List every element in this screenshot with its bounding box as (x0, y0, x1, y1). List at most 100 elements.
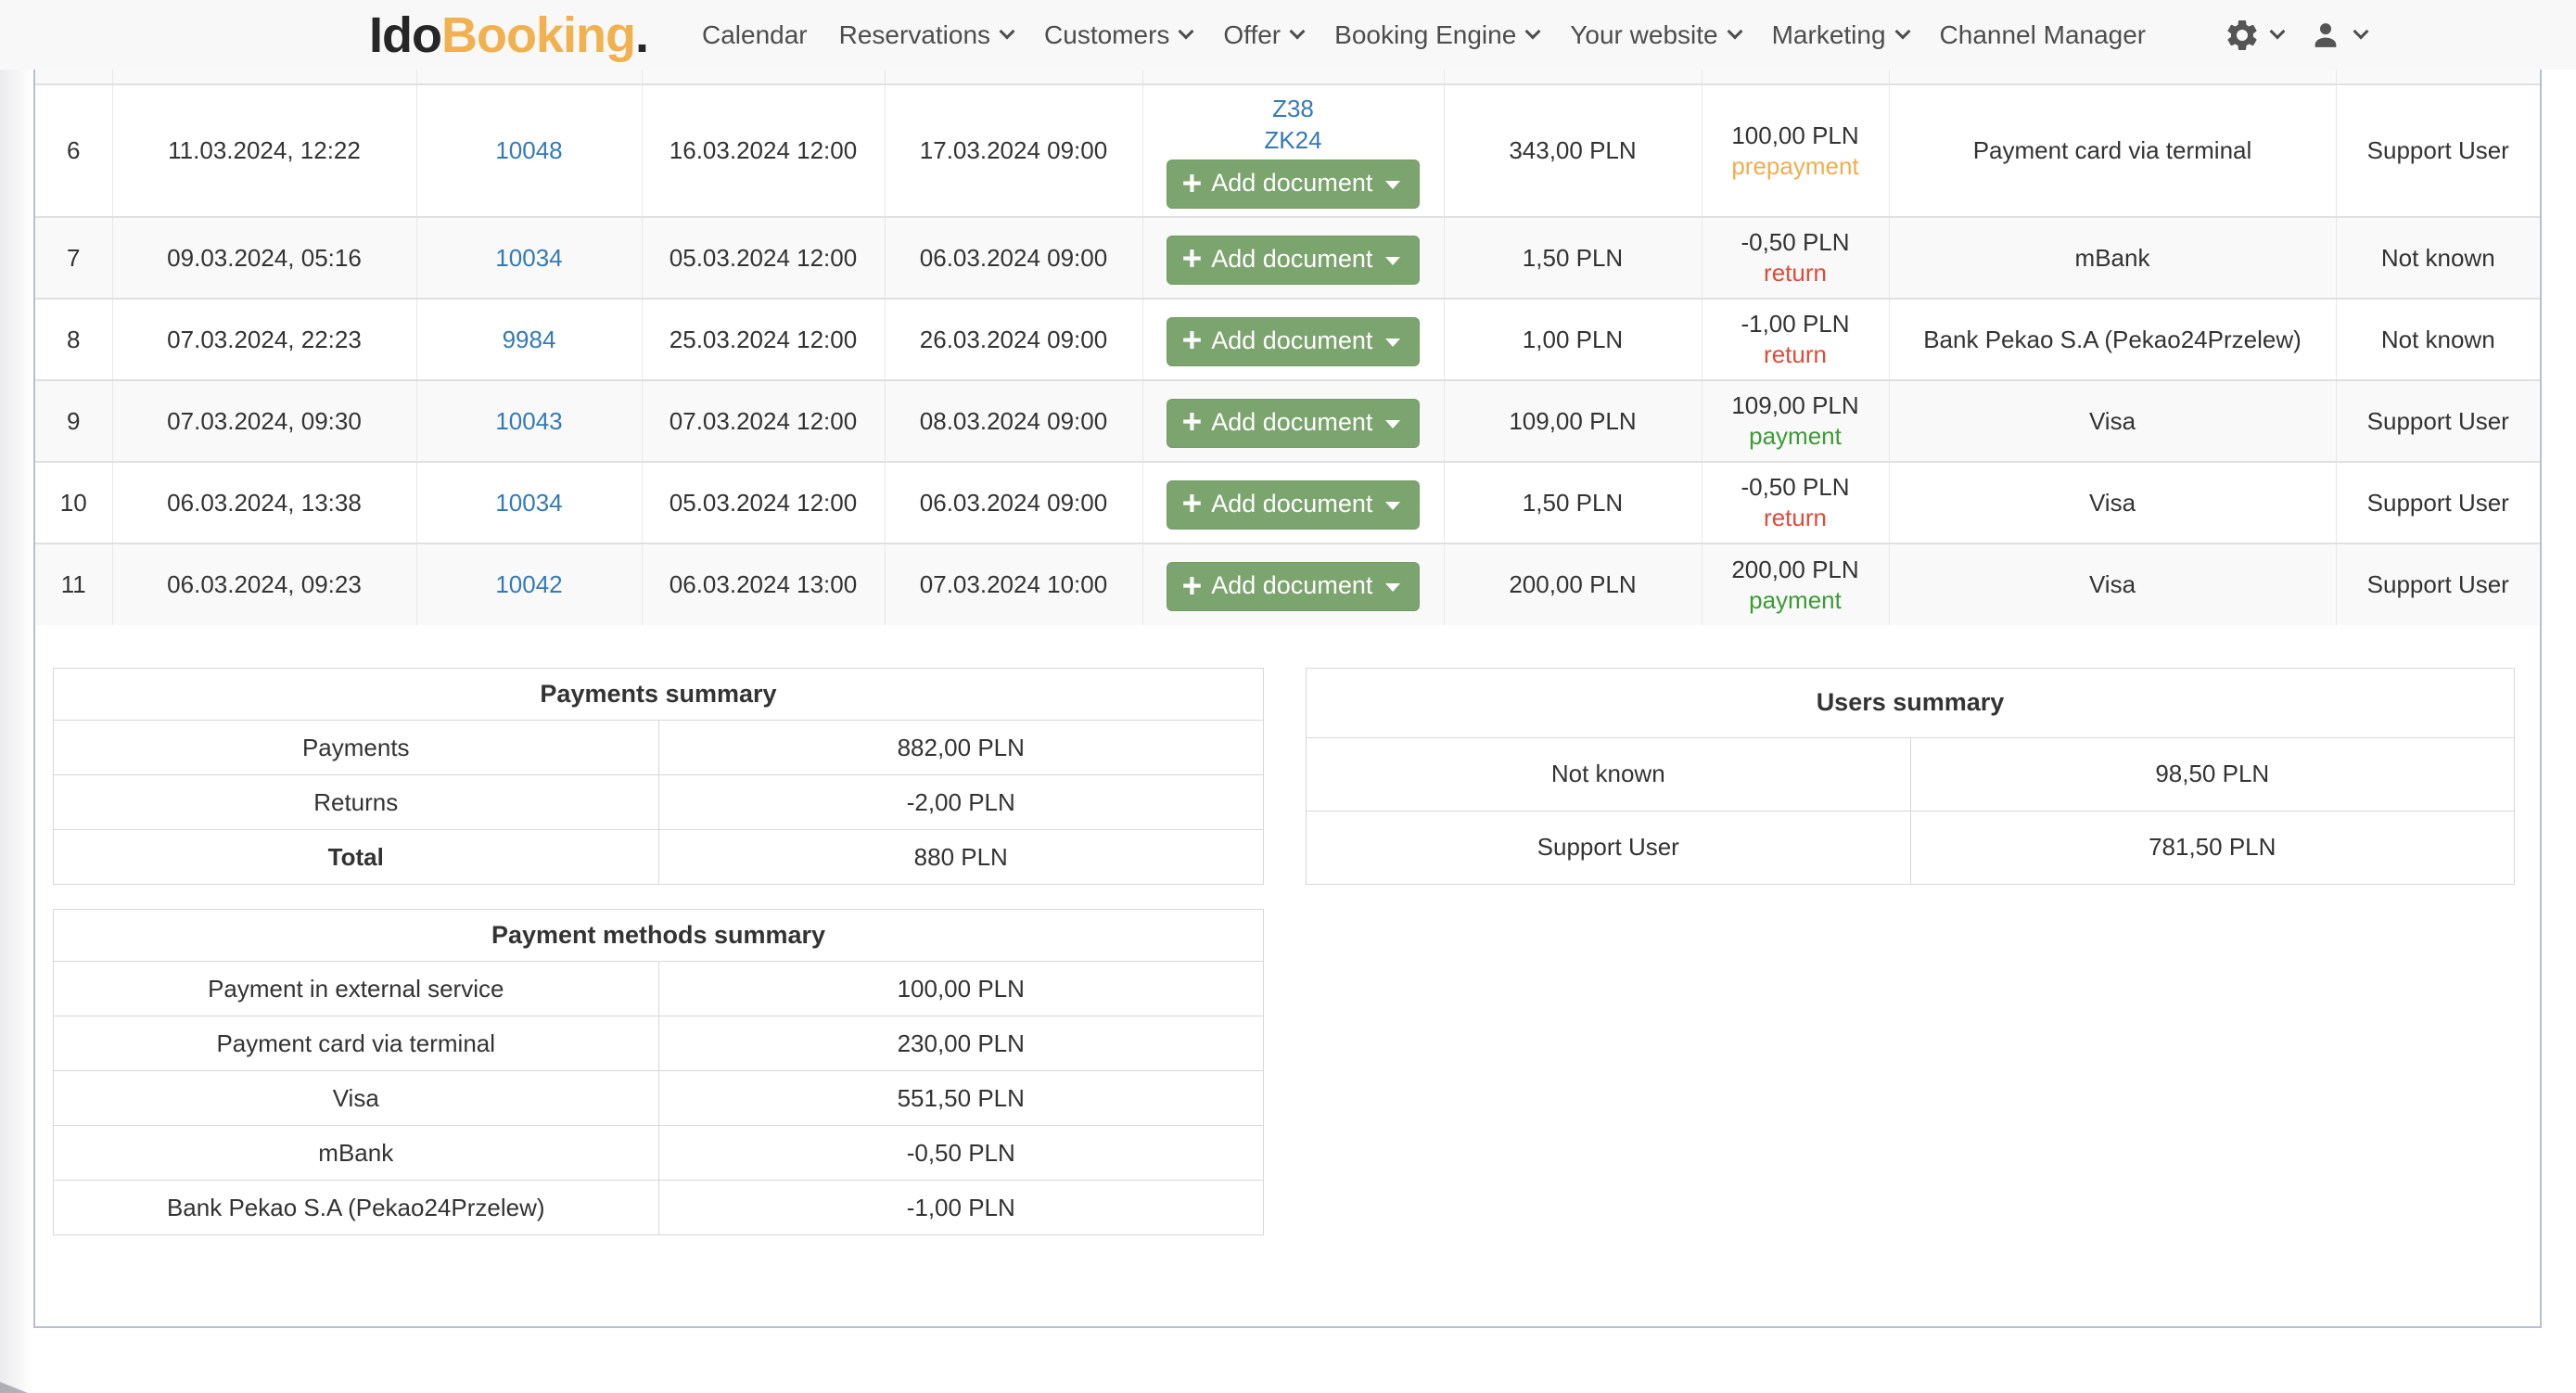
nav-item-label: Your website (1570, 20, 1717, 50)
reservation-link[interactable]: 9984 (503, 326, 556, 353)
payment-type: payment (1712, 585, 1880, 616)
add-document-button[interactable]: + Add document (1167, 562, 1421, 611)
nav-item-label: Reservations (839, 20, 990, 50)
user-account-menu[interactable] (2307, 17, 2366, 54)
summary-label: Payment card via terminal (54, 1016, 659, 1071)
summary-value: -0,50 PLN (658, 1126, 1264, 1181)
payment-cell: 200,00 PLN payment (1702, 543, 1889, 625)
payment-type: prepayment (1712, 151, 1880, 182)
settings-menu[interactable] (2224, 17, 2283, 54)
date-to: 08.03.2024 09:00 (885, 380, 1142, 462)
add-document-button[interactable]: +Add document (1167, 399, 1421, 448)
nav-item-offer[interactable]: Offer (1223, 20, 1303, 50)
documents-cell: +Add document (1142, 217, 1444, 299)
add-document-button[interactable]: + Add document (1167, 317, 1421, 366)
row-number: 8 (35, 299, 112, 380)
reservation-link[interactable]: 10034 (495, 244, 562, 272)
add-document-label: Add document (1211, 571, 1372, 600)
plus-icon: + (1182, 410, 1203, 434)
row-number: 10 (35, 462, 112, 543)
summary-value: 551,50 PLN (658, 1071, 1264, 1126)
payment-value: 109,00 PLN (1712, 390, 1880, 421)
user-icon (2307, 17, 2344, 54)
brand-logo[interactable]: IdoBooking. (369, 6, 648, 64)
documents-cell: +Add document (1142, 380, 1444, 462)
user-cell: Support User (2336, 380, 2540, 462)
nav-item-marketing[interactable]: Marketing (1772, 20, 1908, 50)
chevron-down-icon (1727, 24, 1742, 40)
caret-down-icon (1385, 339, 1400, 347)
created-date: 06.03.2024, 13:38 (112, 462, 416, 543)
payments-summary-table: Payments summary Payments 882,00 PLN Ret… (53, 668, 1264, 885)
summary-row: Payments 882,00 PLN (54, 721, 1264, 775)
summary-row: Not known 98,50 PLN (1307, 737, 2515, 811)
add-document-label: Add document (1211, 326, 1372, 355)
documents-cell: + Add document (1142, 543, 1444, 625)
table-row: 11 06.03.2024, 09:23 10042 06.03.2024 13… (35, 543, 2540, 625)
summary-label: Support User (1307, 811, 1911, 884)
payment-methods-summary-title: Payment methods summary (54, 910, 1264, 962)
document-link[interactable]: ZK24 (1153, 124, 1435, 156)
documents-cell: +Add document (1142, 462, 1444, 543)
nav-item-booking-engine[interactable]: Booking Engine (1334, 20, 1538, 50)
table-row-clipped (35, 70, 2540, 84)
chevron-down-icon (1179, 24, 1194, 40)
payment-cell: 100,00 PLN prepayment (1702, 84, 1889, 217)
nav-item-your-website[interactable]: Your website (1570, 20, 1740, 50)
summary-label: mBank (54, 1126, 659, 1181)
plus-icon: + (1182, 574, 1203, 598)
caret-down-icon (1385, 181, 1400, 189)
nav-item-reservations[interactable]: Reservations (839, 20, 1013, 50)
add-document-label: Add document (1211, 169, 1372, 198)
payment-type: return (1712, 503, 1880, 533)
summary-value: 230,00 PLN (658, 1016, 1264, 1071)
content-panel: 6 11.03.2024, 12:22 10048 16.03.2024 12:… (33, 70, 2542, 1328)
summary-label: Bank Pekao S.A (Pekao24Przelew) (54, 1181, 659, 1235)
add-document-button[interactable]: +Add document (1167, 480, 1421, 530)
documents-cell: Z38 ZK24 +Add document (1142, 84, 1444, 217)
row-number: 11 (35, 543, 112, 625)
summary-label: Returns (54, 775, 659, 830)
add-document-button[interactable]: +Add document (1167, 160, 1421, 209)
nav-item-label: Channel Manager (1940, 20, 2147, 50)
nav-item-calendar[interactable]: Calendar (702, 20, 808, 50)
nav-item-label: Marketing (1772, 20, 1886, 50)
reservation-link[interactable]: 10043 (495, 407, 562, 435)
payment-type: return (1712, 339, 1880, 370)
summary-row: Payment in external service 100,00 PLN (54, 962, 1264, 1016)
nav-item-channel-manager[interactable]: Channel Manager (1940, 20, 2147, 50)
nav-item-customers[interactable]: Customers (1044, 20, 1192, 50)
summary-row: Bank Pekao S.A (Pekao24Przelew) -1,00 PL… (54, 1181, 1264, 1235)
date-from: 16.03.2024 12:00 (642, 84, 885, 217)
created-date: 07.03.2024, 09:30 (112, 380, 416, 462)
payment-type: return (1712, 258, 1880, 288)
reservation-link[interactable]: 10048 (495, 136, 562, 164)
summary-row: Visa 551,50 PLN (54, 1071, 1264, 1126)
caret-down-icon (1385, 583, 1400, 592)
date-to: 26.03.2024 09:00 (885, 299, 1142, 380)
top-navbar: IdoBooking. Calendar Reservations Custom… (0, 0, 2576, 70)
payment-method: Payment card via terminal (1889, 84, 2336, 217)
chevron-down-icon (1290, 24, 1306, 40)
users-summary-title: Users summary (1307, 669, 2515, 738)
table-row: 9 07.03.2024, 09:30 10043 07.03.2024 12:… (35, 380, 2540, 462)
add-document-button[interactable]: +Add document (1167, 236, 1421, 285)
summary-row: mBank -0,50 PLN (54, 1126, 1264, 1181)
chevron-down-icon (1525, 24, 1541, 40)
reservation-link[interactable]: 10042 (495, 570, 562, 598)
caret-down-icon (1385, 257, 1400, 265)
date-to: 06.03.2024 09:00 (885, 217, 1142, 299)
users-summary-table: Users summary Not known 98,50 PLN Suppor… (1306, 668, 2515, 885)
summary-value: 100,00 PLN (658, 962, 1264, 1016)
table-row: 7 09.03.2024, 05:16 10034 05.03.2024 12:… (35, 217, 2540, 299)
reservation-link[interactable]: 10034 (495, 489, 562, 517)
amount-cell: 1,50 PLN (1444, 217, 1702, 299)
documents-cell: + Add document (1142, 299, 1444, 380)
chevron-down-icon (2270, 24, 2286, 40)
amount-cell: 1,50 PLN (1444, 462, 1702, 543)
plus-icon: + (1182, 328, 1203, 352)
document-link[interactable]: Z38 (1153, 93, 1435, 124)
user-cell: Support User (2336, 543, 2540, 625)
summary-row: Support User 781,50 PLN (1307, 811, 2515, 884)
user-cell: Not known (2336, 299, 2540, 380)
